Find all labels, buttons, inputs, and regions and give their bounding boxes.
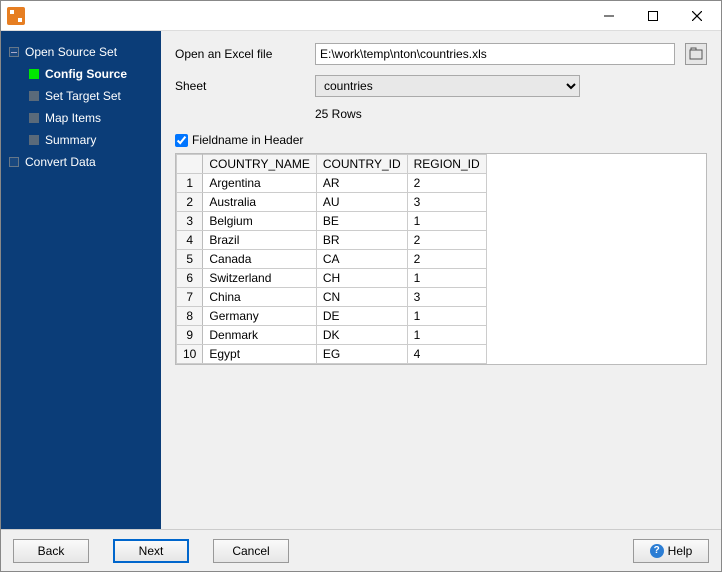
table-row[interactable]: 5CanadaCA2 [177, 250, 487, 269]
row-number: 6 [177, 269, 203, 288]
table-cell[interactable]: 1 [407, 326, 486, 345]
table-header[interactable]: REGION_ID [407, 155, 486, 174]
table-cell[interactable]: DK [316, 326, 407, 345]
table-corner [177, 155, 203, 174]
table-cell[interactable]: Canada [203, 250, 316, 269]
sheet-label: Sheet [175, 79, 305, 93]
sidebar-item-label: Set Target Set [45, 89, 121, 103]
file-path-input[interactable] [315, 43, 675, 65]
table-row[interactable]: 6SwitzerlandCH1 [177, 269, 487, 288]
table-cell[interactable]: 1 [407, 269, 486, 288]
help-icon: ? [650, 544, 664, 558]
back-button[interactable]: Back [13, 539, 89, 563]
table-row[interactable]: 3BelgiumBE1 [177, 212, 487, 231]
sheet-select[interactable]: countries [315, 75, 580, 97]
row-number: 1 [177, 174, 203, 193]
table-header[interactable]: COUNTRY_ID [316, 155, 407, 174]
sidebar-item-config-source[interactable]: Config Source [27, 63, 155, 85]
table-cell[interactable]: Belgium [203, 212, 316, 231]
table-cell[interactable]: Switzerland [203, 269, 316, 288]
table-cell[interactable]: Egypt [203, 345, 316, 364]
table-cell[interactable]: CN [316, 288, 407, 307]
table-cell[interactable]: 3 [407, 193, 486, 212]
table-cell[interactable]: CA [316, 250, 407, 269]
table-cell[interactable]: 2 [407, 250, 486, 269]
content-panel: Open an Excel file Sheet countries 25 Ro… [161, 31, 721, 529]
table-cell[interactable]: Germany [203, 307, 316, 326]
table-row[interactable]: 9DenmarkDK1 [177, 326, 487, 345]
browse-button[interactable] [685, 43, 707, 65]
table-row[interactable]: 2AustraliaAU3 [177, 193, 487, 212]
sidebar-item-label: Config Source [45, 67, 127, 81]
row-number: 8 [177, 307, 203, 326]
minimize-button[interactable] [587, 2, 631, 30]
row-number: 3 [177, 212, 203, 231]
table-cell[interactable]: Brazil [203, 231, 316, 250]
table-row[interactable]: 4BrazilBR2 [177, 231, 487, 250]
app-icon [7, 7, 25, 25]
sidebar-item-convert-data[interactable]: Convert Data [7, 151, 155, 173]
open-file-label: Open an Excel file [175, 47, 305, 61]
table-row[interactable]: 7ChinaCN3 [177, 288, 487, 307]
bullet-icon [29, 113, 39, 123]
table-cell[interactable]: 1 [407, 212, 486, 231]
row-number: 10 [177, 345, 203, 364]
table-cell[interactable]: CH [316, 269, 407, 288]
table-cell[interactable]: AU [316, 193, 407, 212]
title-bar [1, 1, 721, 31]
table-cell[interactable]: BE [316, 212, 407, 231]
table-cell[interactable]: China [203, 288, 316, 307]
help-button[interactable]: ? Help [633, 539, 709, 563]
tree-toggle-icon[interactable] [9, 47, 19, 57]
folder-open-icon [689, 47, 703, 61]
table-cell[interactable]: EG [316, 345, 407, 364]
table-cell[interactable]: 2 [407, 231, 486, 250]
row-number: 5 [177, 250, 203, 269]
table-header[interactable]: COUNTRY_NAME [203, 155, 316, 174]
table-row[interactable]: 10EgyptEG4 [177, 345, 487, 364]
sidebar-item-summary[interactable]: Summary [27, 129, 155, 151]
wizard-sidebar: Open Source Set Config Source Set Target… [1, 31, 161, 529]
bullet-icon [29, 135, 39, 145]
table-cell[interactable]: DE [316, 307, 407, 326]
row-number: 2 [177, 193, 203, 212]
table-cell[interactable]: Australia [203, 193, 316, 212]
table-row[interactable]: 8GermanyDE1 [177, 307, 487, 326]
table-cell[interactable]: 4 [407, 345, 486, 364]
table-cell[interactable]: Denmark [203, 326, 316, 345]
next-button[interactable]: Next [113, 539, 189, 563]
sidebar-item-set-target-set[interactable]: Set Target Set [27, 85, 155, 107]
table-cell[interactable]: 3 [407, 288, 486, 307]
row-number: 4 [177, 231, 203, 250]
row-number: 7 [177, 288, 203, 307]
row-number: 9 [177, 326, 203, 345]
table-row[interactable]: 1ArgentinaAR2 [177, 174, 487, 193]
table-cell[interactable]: 1 [407, 307, 486, 326]
sidebar-item-label: Summary [45, 133, 96, 147]
table-cell[interactable]: BR [316, 231, 407, 250]
close-button[interactable] [675, 2, 719, 30]
sidebar-item-label: Convert Data [25, 155, 96, 169]
bullet-icon [29, 69, 39, 79]
table-cell[interactable]: 2 [407, 174, 486, 193]
preview-table: COUNTRY_NAMECOUNTRY_IDREGION_ID1Argentin… [175, 153, 707, 365]
table-cell[interactable]: Argentina [203, 174, 316, 193]
table-cell[interactable]: AR [316, 174, 407, 193]
sidebar-item-label: Map Items [45, 111, 101, 125]
maximize-button[interactable] [631, 2, 675, 30]
help-button-label: Help [668, 544, 693, 558]
sidebar-item-label: Open Source Set [25, 45, 117, 59]
tree-node-icon [9, 157, 19, 167]
row-count-label: 25 Rows [315, 107, 707, 121]
sidebar-item-map-items[interactable]: Map Items [27, 107, 155, 129]
button-bar: Back Next Cancel ? Help [1, 529, 721, 571]
fieldname-header-label: Fieldname in Header [192, 133, 303, 147]
bullet-icon [29, 91, 39, 101]
cancel-button[interactable]: Cancel [213, 539, 289, 563]
sidebar-item-open-source-set[interactable]: Open Source Set [7, 41, 155, 63]
fieldname-header-checkbox[interactable] [175, 134, 188, 147]
